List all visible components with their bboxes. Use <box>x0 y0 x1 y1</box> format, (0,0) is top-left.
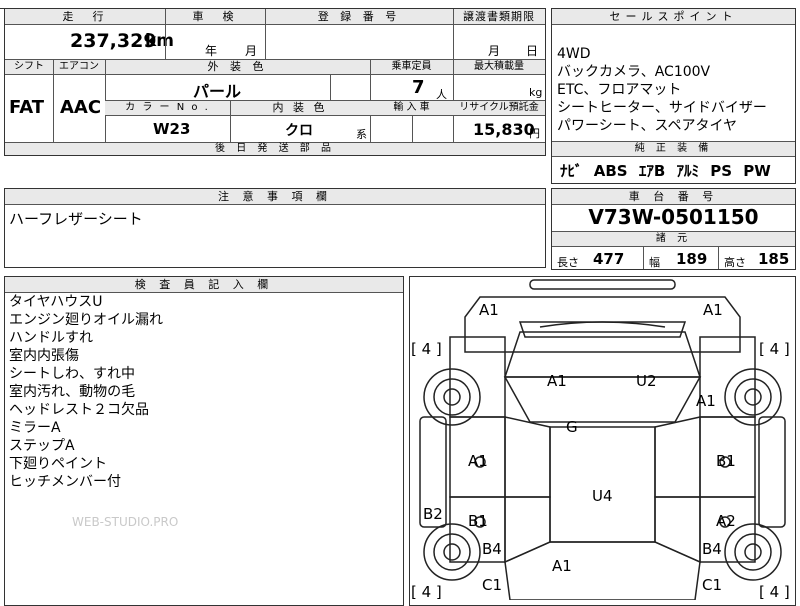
grade-door-rl: B1 <box>468 512 488 530</box>
inspector-note: 室内内張傷 <box>9 348 79 364</box>
grade-windshield: G <box>566 418 578 436</box>
capacity-value: 7 <box>412 77 425 98</box>
grade-side-left: B2 <box>423 505 443 523</box>
tire-rear-right: [ 4 ] <box>759 583 790 601</box>
transfer-month: 月 <box>488 44 501 58</box>
grade-corner-rr: C1 <box>702 576 723 594</box>
grade-back-center: A1 <box>552 557 572 575</box>
int-color-value: クロ <box>285 123 313 139</box>
capacity-label: 乗車定員 <box>391 61 432 72</box>
mileage-value: 237,329 <box>70 30 157 52</box>
sales-point-item: パワーシート、スペアタイヤ <box>557 118 738 134</box>
equipment-item: ﾅﾋﾞ <box>560 162 583 180</box>
inspection-month: 月 <box>245 44 258 58</box>
inspection-year: 年 <box>205 44 218 58</box>
int-color-suffix: 系 <box>356 128 367 141</box>
int-color-label: 内 装 色 <box>272 101 328 114</box>
equipment-item: PS <box>710 162 733 180</box>
inspector-note: ミラーA <box>9 420 61 436</box>
grade-roof: U4 <box>592 487 613 505</box>
dimensions-label: 諸 元 <box>552 232 795 247</box>
chassis-label: 車 台 番 号 <box>552 189 795 205</box>
watermark: WEB-STUDIO.PRO <box>72 515 179 529</box>
inspector-note: 室内汚れ、動物の毛 <box>9 384 136 400</box>
sales-point-label: セールスポイント <box>552 9 795 25</box>
length-value: 477 <box>593 250 625 268</box>
inspector-note: ハンドルすれ <box>9 330 93 346</box>
height-value: 185 <box>758 250 790 268</box>
grade-rear-right: B4 <box>702 540 722 558</box>
color-no-value: W23 <box>153 120 191 138</box>
transfer-day: 日 <box>526 44 539 58</box>
equipment-item: ｱﾙﾐ <box>676 162 700 180</box>
inspector-label: 検 査 員 記 入 欄 <box>5 277 403 293</box>
grade-door-fr: B1 <box>716 452 736 470</box>
ac-label: エアコン <box>59 61 99 72</box>
grade-hood-left: A1 <box>547 372 567 390</box>
sales-point-item: 4WD <box>557 46 591 62</box>
inspector-note: ヒッチメンバー付 <box>9 474 121 490</box>
mileage-label: 走 行 <box>62 10 108 23</box>
equipment-label: 純 正 装 備 <box>552 142 795 157</box>
length-label: 長さ <box>557 256 579 269</box>
color-no-label: カ ラ ー N o . <box>125 102 210 113</box>
recycle-unit: 円 <box>529 127 540 140</box>
inspector-note: シートしわ、すれ中 <box>9 366 135 382</box>
recycle-label: リサイクル預託金 <box>459 102 539 113</box>
inspection-label: 車 検 <box>192 10 238 23</box>
width-value: 189 <box>676 250 708 268</box>
equipment-item: ｴｱB <box>638 162 666 180</box>
grade-door-fl: A1 <box>468 452 488 470</box>
grade-corner-rl: C1 <box>482 576 503 594</box>
inspector-note: タイヤハウスU <box>9 294 103 310</box>
grade-door-rr: A2 <box>716 512 736 530</box>
grade-fender-right: A1 <box>696 392 716 410</box>
sales-point-item: バックカメラ、AC100V <box>557 64 711 80</box>
height-label: 高さ <box>724 256 746 269</box>
shift-label: シフト <box>14 61 44 72</box>
inspector-note: 下廻りペイント <box>9 456 107 472</box>
width-label: 幅 <box>649 256 660 269</box>
import-label: 輸 入 車 <box>393 102 430 113</box>
transfer-label: 譲渡書類期限 <box>463 10 535 23</box>
grade-front-left: A1 <box>479 301 499 319</box>
sales-point-item: ETC、フロアマット <box>557 82 682 98</box>
inspector-note: ヘッドレスト２コ欠品 <box>9 402 149 418</box>
tire-front-left: [ 4 ] <box>411 340 442 358</box>
ext-color-value: パール <box>193 82 242 101</box>
grade-rear-left: B4 <box>482 540 502 558</box>
ext-color-label: 外 装 色 <box>207 60 268 73</box>
sales-points-list: 4WD バックカメラ、AC100V ETC、フロアマット シートヒーター、サイド… <box>557 46 767 136</box>
later-parts-label: 後 日 発 送 部 品 <box>5 143 545 155</box>
registration-label: 登 録 番 号 <box>317 10 401 23</box>
shift-value: FAT <box>9 97 45 118</box>
max-load-unit: kg <box>529 86 543 99</box>
mileage-unit: km <box>145 31 175 51</box>
max-load-label: 最大積載量 <box>474 61 524 72</box>
recycle-fee: 15,830 <box>473 120 535 139</box>
inspector-note: ステップA <box>9 438 75 454</box>
equipment-list: ﾅﾋﾞ ABS ｴｱB ｱﾙﾐ PS PW <box>560 160 771 181</box>
chassis-number: V73W-0501150 <box>588 205 759 229</box>
sales-point-item: シートヒーター、サイドバイザー <box>557 100 767 116</box>
equipment-item: ABS <box>593 162 628 180</box>
grade-hood-right: U2 <box>636 372 657 390</box>
inspector-note: エンジン廻りオイル漏れ <box>9 312 163 328</box>
equipment-item: PW <box>743 162 771 180</box>
top-cutoff-strip <box>0 0 546 9</box>
grade-front-right: A1 <box>703 301 723 319</box>
notes-label: 注 意 事 項 欄 <box>5 189 545 205</box>
inspector-notes-list: タイヤハウスU エンジン廻りオイル漏れ ハンドルすれ 室内内張傷 シートしわ、す… <box>9 293 163 491</box>
tire-front-right: [ 4 ] <box>759 340 790 358</box>
tire-rear-left: [ 4 ] <box>411 583 442 601</box>
ac-value: AAC <box>60 97 102 118</box>
notes-text: ハーフレザーシート <box>9 210 143 228</box>
car-diagram <box>419 279 786 600</box>
